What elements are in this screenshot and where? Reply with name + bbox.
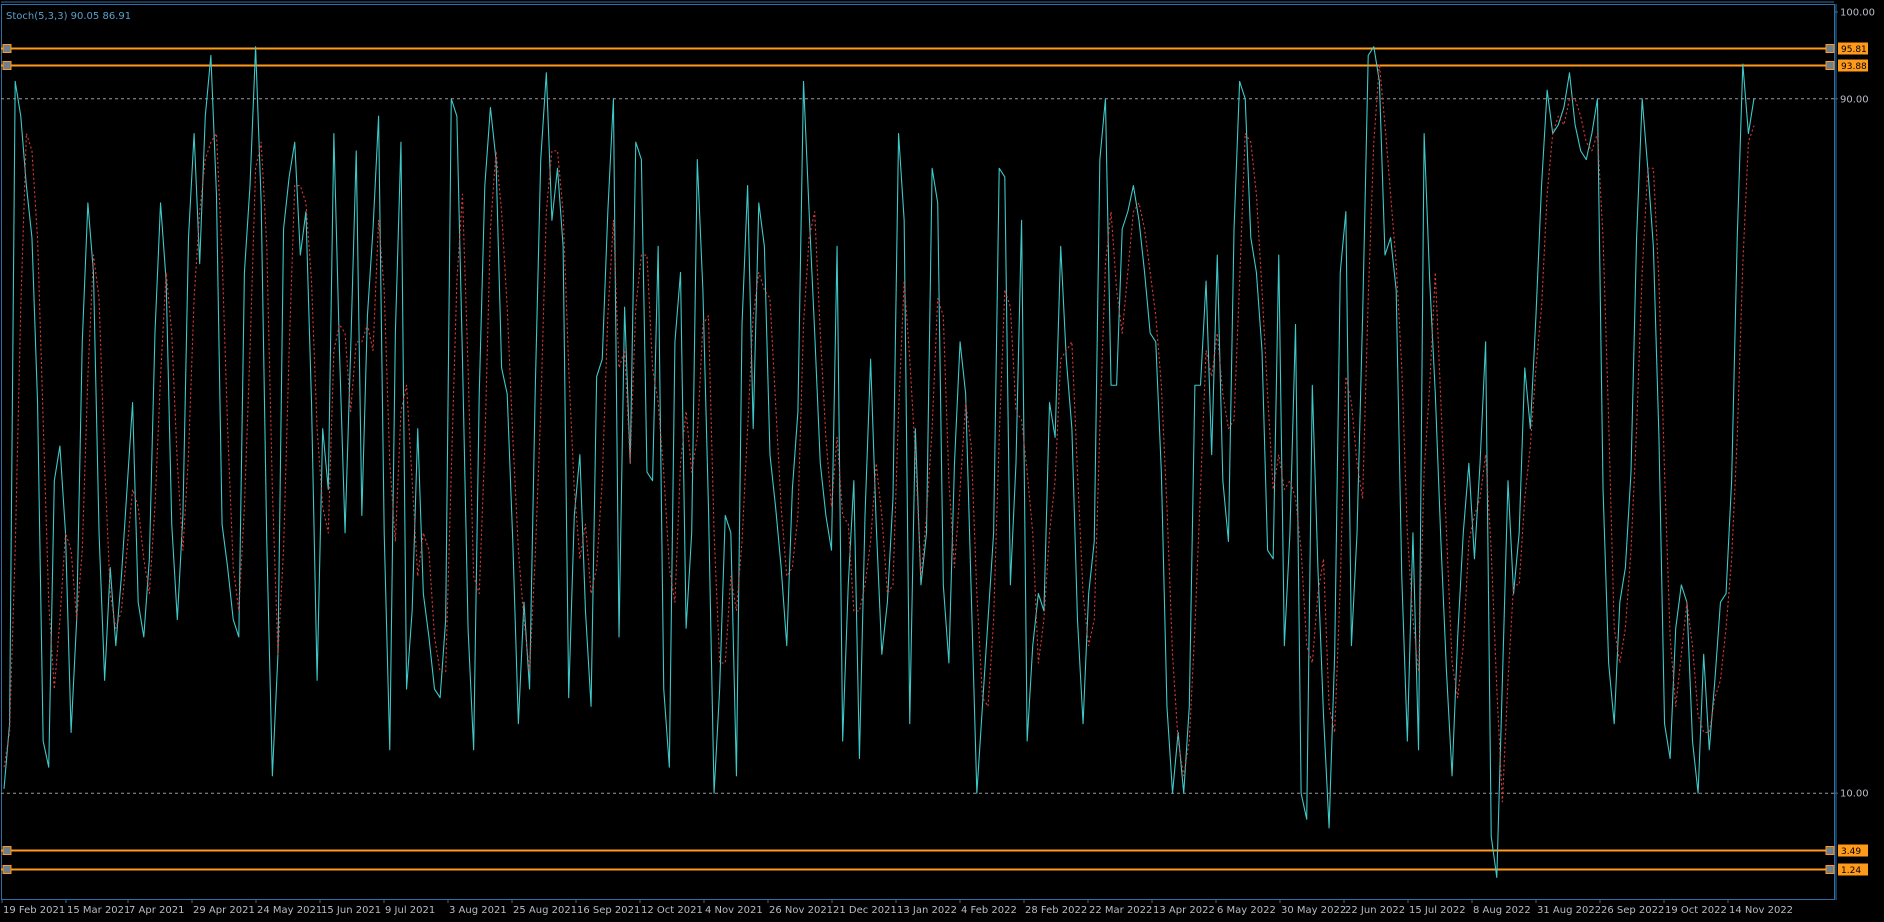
x-tick-label: 31 Aug 2022 — [1537, 905, 1601, 916]
x-tick-label: 29 Apr 2021 — [193, 905, 255, 916]
x-tick-label: 22 Mar 2022 — [1089, 905, 1152, 916]
x-tick-label: 25 Aug 2021 — [513, 905, 577, 916]
x-tick-label: 12 Oct 2021 — [641, 905, 703, 916]
x-tick-label: 24 May 2021 — [257, 905, 322, 916]
x-tick-label: 22 Jun 2022 — [1345, 905, 1405, 916]
level-handle-right[interactable] — [1825, 61, 1835, 70]
x-tick-label: 3 Aug 2021 — [449, 905, 507, 916]
x-tick-label: 13 Apr 2022 — [1153, 905, 1215, 916]
x-tick-label: 28 Feb 2022 — [1025, 905, 1087, 916]
x-tick-label: 26 Nov 2021 — [769, 905, 833, 916]
x-tick-label: 26 Sep 2022 — [1601, 905, 1664, 916]
level-price-label: 1.24 — [1841, 866, 1861, 876]
x-tick-label: 15 Jun 2021 — [321, 905, 381, 916]
x-tick-label: 8 Aug 2022 — [1473, 905, 1531, 916]
y-tick-label: 100.00 — [1840, 8, 1875, 19]
y-tick-label: 90.00 — [1840, 94, 1869, 105]
level-price-label: 95.81 — [1841, 45, 1867, 55]
x-tick-label: 30 May 2022 — [1281, 905, 1346, 916]
level-handle-left[interactable] — [2, 865, 12, 874]
x-tick-label: 14 Nov 2022 — [1729, 905, 1793, 916]
level-handle-left[interactable] — [2, 44, 12, 53]
level-handle-left[interactable] — [2, 846, 12, 855]
y-tick-label: 10.00 — [1840, 789, 1869, 800]
level-handle-right[interactable] — [1825, 846, 1835, 855]
x-tick-label: 15 Jul 2022 — [1409, 905, 1466, 916]
level-handle-right[interactable] — [1825, 44, 1835, 53]
x-tick-label: 6 May 2022 — [1217, 905, 1276, 916]
x-tick-label: 19 Oct 2022 — [1665, 905, 1727, 916]
x-tick-label: 4 Nov 2021 — [705, 905, 763, 916]
level-price-label: 93.88 — [1841, 62, 1867, 72]
x-tick-label: 13 Jan 2022 — [897, 905, 957, 916]
x-tick-label: 15 Mar 2021 — [67, 905, 130, 916]
level-handle-right[interactable] — [1825, 865, 1835, 874]
x-tick-label: 16 Sep 2021 — [577, 905, 640, 916]
x-tick-label: 9 Jul 2021 — [385, 905, 435, 916]
x-tick-label: 19 Feb 2021 — [3, 905, 65, 916]
stochastic-chart-panel[interactable]: Stoch(5,3,3) 90.05 86.91 95.81 93.88 3.49 1… — [0, 0, 1884, 922]
x-tick-label: 7 Apr 2021 — [129, 905, 184, 916]
x-tick-label: 21 Dec 2021 — [833, 905, 897, 916]
level-handle-left[interactable] — [2, 61, 12, 70]
indicator-title: Stoch(5,3,3) 90.05 86.91 — [6, 11, 131, 22]
x-tick-label: 4 Feb 2022 — [961, 905, 1017, 916]
stochastic-chart[interactable]: Stoch(5,3,3) 90.05 86.91 95.81 93.88 3.49 1… — [0, 0, 1884, 922]
level-price-label: 3.49 — [1841, 847, 1861, 857]
